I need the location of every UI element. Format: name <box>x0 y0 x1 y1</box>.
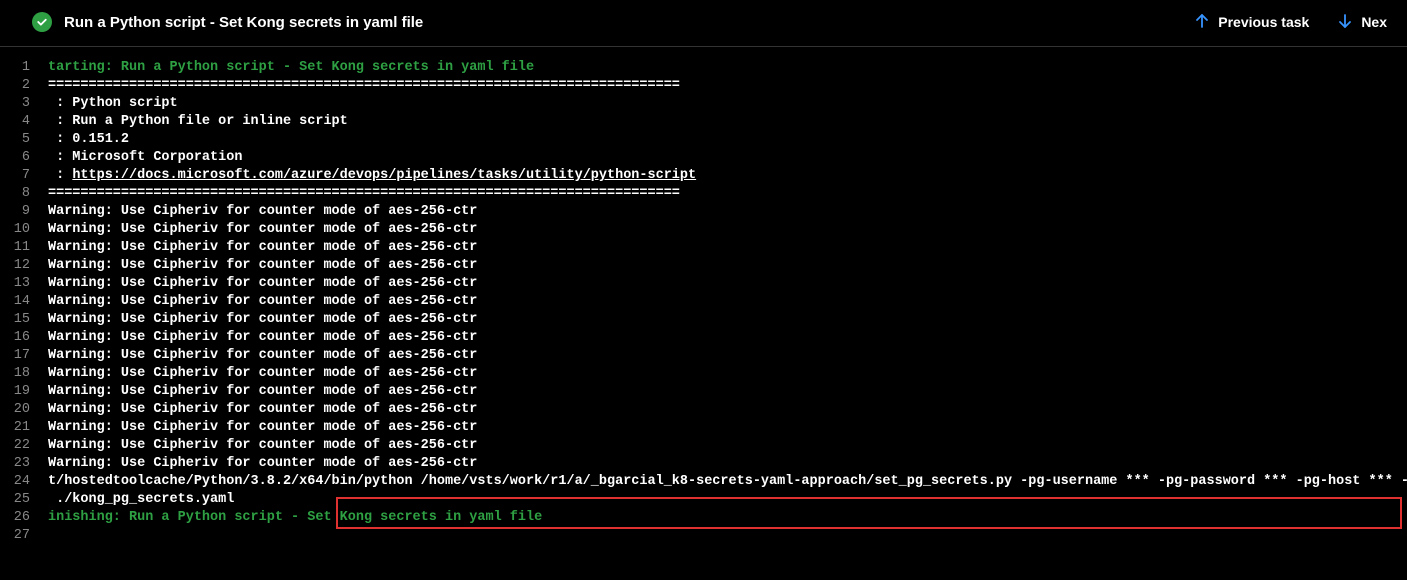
log-line: 9Warning: Use Cipheriv for counter mode … <box>0 203 1407 221</box>
doc-link[interactable]: https://docs.microsoft.com/azure/devops/… <box>72 168 696 183</box>
line-content: ========================================… <box>48 77 1407 95</box>
previous-task-link[interactable]: Previous task <box>1194 13 1309 32</box>
log-line: 20Warning: Use Cipheriv for counter mode… <box>0 401 1407 419</box>
line-number: 19 <box>0 383 48 401</box>
line-content: Warning: Use Cipheriv for counter mode o… <box>48 437 1407 455</box>
log-line: 4 : Run a Python file or inline script <box>0 113 1407 131</box>
line-number: 26 <box>0 509 48 527</box>
line-number: 15 <box>0 311 48 329</box>
line-content: Warning: Use Cipheriv for counter mode o… <box>48 401 1407 419</box>
line-number: 2 <box>0 77 48 95</box>
line-content: Warning: Use Cipheriv for counter mode o… <box>48 347 1407 365</box>
line-number: 23 <box>0 455 48 473</box>
log-line: 15Warning: Use Cipheriv for counter mode… <box>0 311 1407 329</box>
arrow-up-icon <box>1194 13 1210 32</box>
line-content: t/hostedtoolcache/Python/3.8.2/x64/bin/p… <box>48 473 1407 491</box>
log-line: 17Warning: Use Cipheriv for counter mode… <box>0 347 1407 365</box>
line-content: Warning: Use Cipheriv for counter mode o… <box>48 239 1407 257</box>
line-number: 9 <box>0 203 48 221</box>
line-content: Warning: Use Cipheriv for counter mode o… <box>48 419 1407 437</box>
line-number: 11 <box>0 239 48 257</box>
line-content: ========================================… <box>48 185 1407 203</box>
line-content: Warning: Use Cipheriv for counter mode o… <box>48 203 1407 221</box>
log-line: 3 : Python script <box>0 95 1407 113</box>
line-number: 21 <box>0 419 48 437</box>
line-number: 20 <box>0 401 48 419</box>
line-number: 1 <box>0 59 48 77</box>
line-number: 25 <box>0 491 48 509</box>
line-number: 16 <box>0 329 48 347</box>
line-number: 22 <box>0 437 48 455</box>
log-line: 6 : Microsoft Corporation <box>0 149 1407 167</box>
line-content: : 0.151.2 <box>48 131 1407 149</box>
line-content: tarting: Run a Python script - Set Kong … <box>48 59 1407 77</box>
task-header: Run a Python script - Set Kong secrets i… <box>0 0 1407 47</box>
next-task-link[interactable]: Nex <box>1337 13 1387 32</box>
line-number: 24 <box>0 473 48 491</box>
line-content: Warning: Use Cipheriv for counter mode o… <box>48 311 1407 329</box>
log-line: 23Warning: Use Cipheriv for counter mode… <box>0 455 1407 473</box>
header-right: Previous task Nex <box>1194 13 1387 32</box>
success-check-icon <box>32 12 52 32</box>
log-line: 26inishing: Run a Python script - Set Ko… <box>0 509 1407 527</box>
previous-task-label: Previous task <box>1218 14 1309 30</box>
line-content: : https://docs.microsoft.com/azure/devop… <box>48 167 1407 185</box>
line-number: 5 <box>0 131 48 149</box>
log-line: 1tarting: Run a Python script - Set Kong… <box>0 59 1407 77</box>
line-content: : Microsoft Corporation <box>48 149 1407 167</box>
line-content: : Run a Python file or inline script <box>48 113 1407 131</box>
line-number: 10 <box>0 221 48 239</box>
line-content <box>48 527 1407 545</box>
line-content: Warning: Use Cipheriv for counter mode o… <box>48 329 1407 347</box>
line-content: ./kong_pg_secrets.yaml <box>48 491 1407 509</box>
line-number: 18 <box>0 365 48 383</box>
log-line: 12Warning: Use Cipheriv for counter mode… <box>0 257 1407 275</box>
log-line: 13Warning: Use Cipheriv for counter mode… <box>0 275 1407 293</box>
line-content: Warning: Use Cipheriv for counter mode o… <box>48 275 1407 293</box>
log-line: 27 <box>0 527 1407 545</box>
line-number: 12 <box>0 257 48 275</box>
log-line: 5 : 0.151.2 <box>0 131 1407 149</box>
log-line: 22Warning: Use Cipheriv for counter mode… <box>0 437 1407 455</box>
line-content: inishing: Run a Python script - Set Kong… <box>48 509 1407 527</box>
line-number: 3 <box>0 95 48 113</box>
line-content: : Python script <box>48 95 1407 113</box>
log-line: 11Warning: Use Cipheriv for counter mode… <box>0 239 1407 257</box>
line-content: Warning: Use Cipheriv for counter mode o… <box>48 257 1407 275</box>
line-number: 6 <box>0 149 48 167</box>
log-line: 2=======================================… <box>0 77 1407 95</box>
line-content: Warning: Use Cipheriv for counter mode o… <box>48 221 1407 239</box>
line-content: Warning: Use Cipheriv for counter mode o… <box>48 383 1407 401</box>
log-line: 19Warning: Use Cipheriv for counter mode… <box>0 383 1407 401</box>
line-content: Warning: Use Cipheriv for counter mode o… <box>48 293 1407 311</box>
header-left: Run a Python script - Set Kong secrets i… <box>32 12 423 32</box>
next-task-label: Nex <box>1361 14 1387 30</box>
log-line: 10Warning: Use Cipheriv for counter mode… <box>0 221 1407 239</box>
line-number: 4 <box>0 113 48 131</box>
line-content: Warning: Use Cipheriv for counter mode o… <box>48 365 1407 383</box>
line-number: 13 <box>0 275 48 293</box>
line-number: 8 <box>0 185 48 203</box>
log-line: 24t/hostedtoolcache/Python/3.8.2/x64/bin… <box>0 473 1407 491</box>
log-line: 8=======================================… <box>0 185 1407 203</box>
log-line: 14Warning: Use Cipheriv for counter mode… <box>0 293 1407 311</box>
log-line: 25 ./kong_pg_secrets.yaml <box>0 491 1407 509</box>
line-number: 7 <box>0 167 48 185</box>
log-line: 21Warning: Use Cipheriv for counter mode… <box>0 419 1407 437</box>
log-line: 16Warning: Use Cipheriv for counter mode… <box>0 329 1407 347</box>
line-number: 17 <box>0 347 48 365</box>
log-line: 18Warning: Use Cipheriv for counter mode… <box>0 365 1407 383</box>
task-title: Run a Python script - Set Kong secrets i… <box>64 14 423 31</box>
log-line: 7 : https://docs.microsoft.com/azure/dev… <box>0 167 1407 185</box>
arrow-down-icon <box>1337 13 1353 32</box>
line-number: 14 <box>0 293 48 311</box>
log-output[interactable]: 1tarting: Run a Python script - Set Kong… <box>0 47 1407 545</box>
line-number: 27 <box>0 527 48 545</box>
line-content: Warning: Use Cipheriv for counter mode o… <box>48 455 1407 473</box>
